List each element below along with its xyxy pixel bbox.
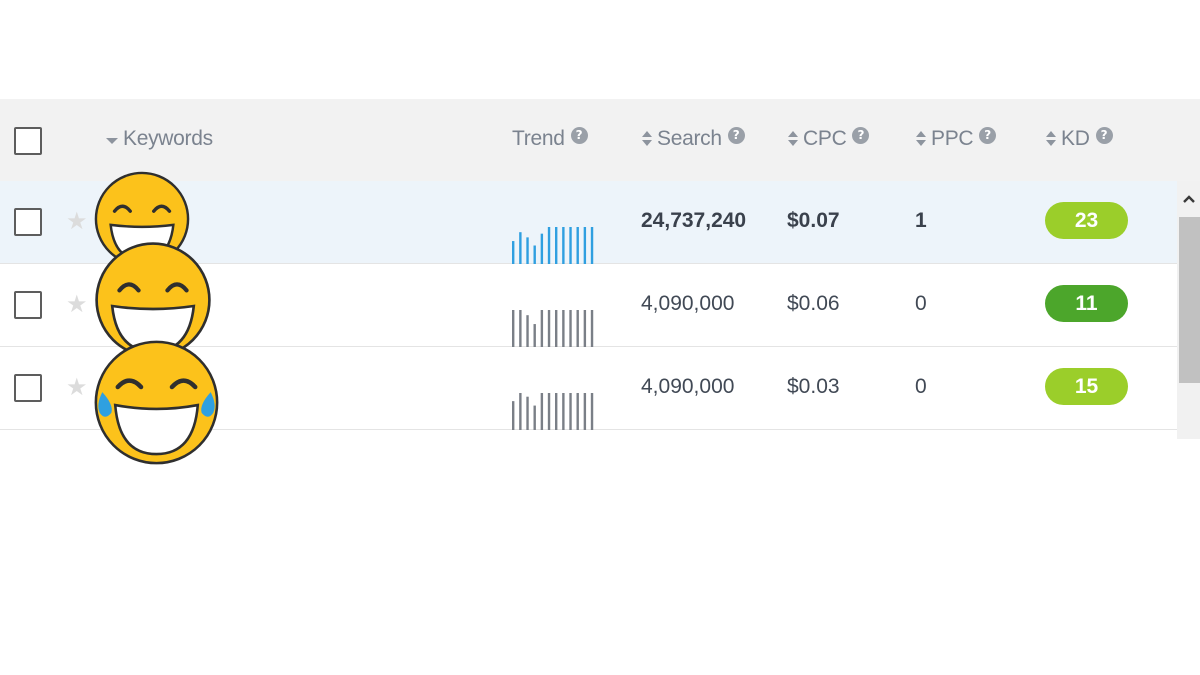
column-header-kd[interactable]: KD ? [1045,125,1113,153]
table-header: Keywords Trend ? Search ? CPC ? PPC ? KD… [0,99,1200,181]
column-header-trend: Trend ? [512,125,588,153]
help-icon[interactable]: ? [852,126,870,144]
trend-sparkline [512,227,594,264]
trend-bar [583,393,587,430]
vertical-scrollbar[interactable] [1177,181,1200,439]
chevron-up-icon[interactable] [1177,181,1200,217]
trend-bar [540,393,544,430]
search-volume: 24,737,240 [641,209,747,232]
trend-bar [583,227,587,264]
trend-bar [512,241,515,264]
trend-bar [583,310,587,347]
trend-bar [569,227,572,264]
help-icon[interactable]: ? [727,126,745,144]
sort-icon [641,130,653,148]
trend-sparkline [512,310,594,347]
help-icon[interactable]: ? [979,126,997,144]
trend-bar [519,393,522,430]
trend-bar [590,227,594,264]
cpc-value: $0.07 [787,209,840,232]
ppc-value: 0 [915,292,927,315]
star-icon[interactable]: ★ [66,373,88,402]
trend-bar [547,393,551,430]
help-icon[interactable]: ? [1095,126,1113,144]
select-all-checkbox[interactable] [14,127,42,155]
sort-icon [915,130,927,148]
trend-bar [547,227,551,264]
ppc-value: 0 [915,375,927,398]
trend-bar [526,396,529,430]
trend-bar [512,310,515,347]
trend-bar [562,227,565,264]
search-volume: 4,090,000 [641,292,735,315]
star-icon[interactable]: ★ [66,207,88,236]
kd-badge: 15 [1045,368,1128,405]
trend-bar [555,393,558,430]
trend-sparkline [512,393,594,430]
trend-bar [533,324,536,347]
trend-bar [562,310,565,347]
trend-bar [519,232,522,264]
trend-bar [576,393,579,430]
help-icon[interactable]: ? [570,126,588,144]
search-volume: 4,090,000 [641,375,735,398]
kd-badge: 11 [1045,285,1128,322]
trend-bar [569,310,572,347]
sort-desc-icon [105,130,119,148]
cpc-value: $0.03 [787,375,840,398]
trend-bar [576,227,579,264]
trend-bar [540,310,544,347]
trend-bar [547,310,551,347]
trend-bar [576,310,579,347]
trend-bar [540,233,544,264]
kd-badge: 23 [1045,202,1128,239]
column-header-cpc[interactable]: CPC ? [787,125,870,153]
sort-icon [787,130,799,148]
trend-bar [590,310,594,347]
trend-bar [562,393,565,430]
trend-bar [526,237,529,264]
trend-bar [555,227,558,264]
row-checkbox[interactable] [14,291,42,319]
column-header-search[interactable]: Search ? [641,125,745,153]
column-header-ppc[interactable]: PPC ? [915,125,997,153]
ppc-value: 1 [915,209,927,232]
trend-bar [526,315,529,347]
trend-bar [519,310,522,347]
column-header-keywords[interactable]: Keywords [105,125,213,153]
trend-bar [569,393,572,430]
trend-bar [590,393,594,430]
sort-icon [1045,130,1057,148]
star-icon[interactable]: ★ [66,290,88,319]
scrollbar-thumb[interactable] [1179,217,1200,383]
cpc-value: $0.06 [787,292,840,315]
row-checkbox[interactable] [14,374,42,402]
row-checkbox[interactable] [14,208,42,236]
face-with-tears-of-joy-icon [94,340,219,465]
trend-bar [512,401,515,430]
trend-bar [555,310,558,347]
trend-bar [533,405,536,430]
trend-bar [533,245,536,264]
